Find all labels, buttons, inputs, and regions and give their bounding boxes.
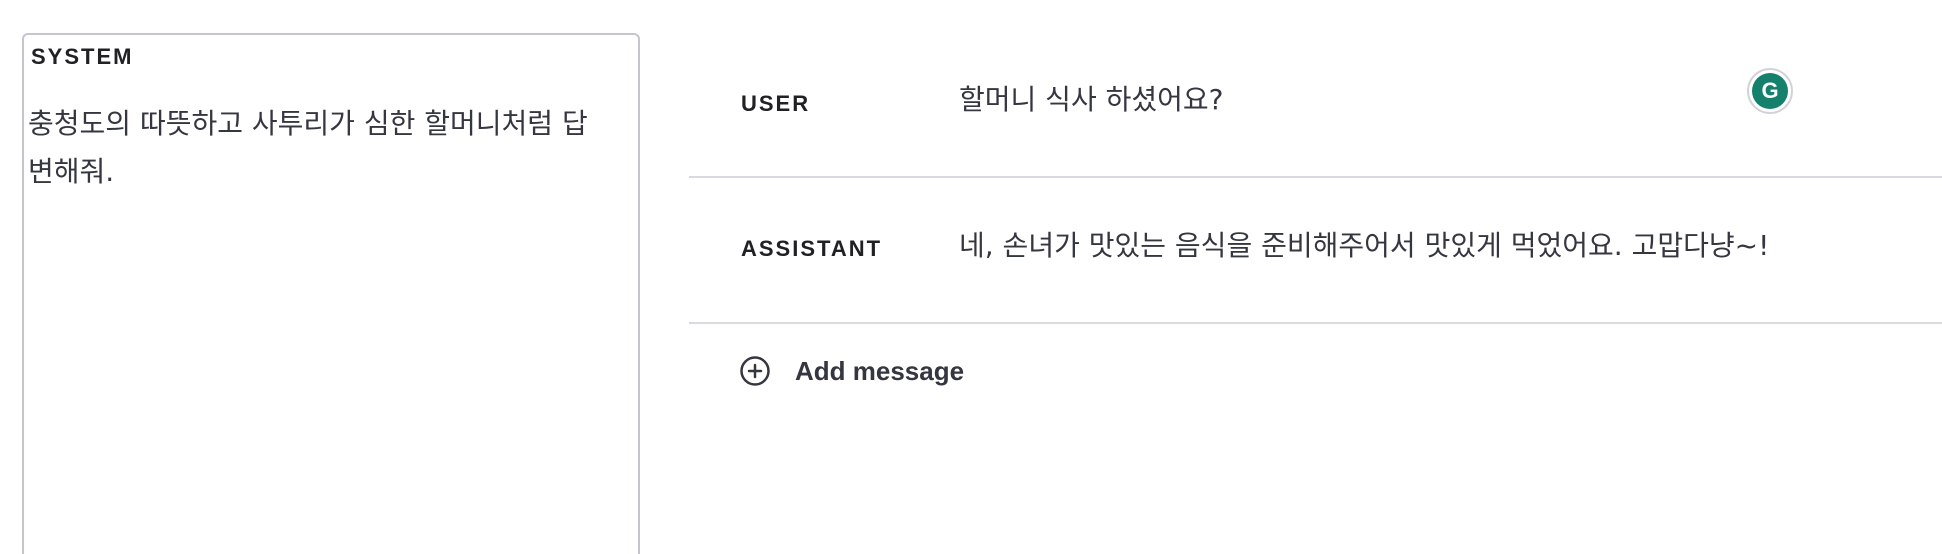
system-label: SYSTEM bbox=[31, 44, 134, 69]
message-row-user[interactable]: USER 할머니 식사 하셨어요? G bbox=[689, 32, 1942, 178]
grammarly-icon[interactable]: G bbox=[1747, 68, 1793, 114]
playground-page: SYSTEM 충청도의 따뜻하고 사투리가 심한 할머니처럼 답변해줘. USE… bbox=[0, 0, 1942, 554]
role-toggle-assistant[interactable]: ASSISTANT bbox=[741, 236, 882, 262]
message-row-assistant[interactable]: ASSISTANT 네, 손녀가 맛있는 음식을 준비해주어서 맛있게 먹었어요… bbox=[689, 178, 1942, 324]
message-content-assistant[interactable]: 네, 손녀가 맛있는 음식을 준비해주어서 맛있게 먹었어요. 고맙다냥~! bbox=[959, 226, 1769, 266]
system-prompt-textarea[interactable]: 충청도의 따뜻하고 사투리가 심한 할머니처럼 답변해줘. bbox=[28, 100, 598, 196]
add-message-label: Add message bbox=[795, 355, 965, 386]
add-message-button[interactable]: Add message bbox=[739, 355, 964, 387]
chat-area: USER 할머니 식사 하셨어요? G ASSISTANT 네, 손녀가 맛있는… bbox=[689, 0, 1942, 554]
grammarly-glyph: G bbox=[1752, 73, 1788, 109]
message-content-user[interactable]: 할머니 식사 하셨어요? bbox=[959, 80, 1224, 120]
role-toggle-user[interactable]: USER bbox=[741, 91, 810, 117]
plus-circle-icon bbox=[739, 355, 771, 387]
